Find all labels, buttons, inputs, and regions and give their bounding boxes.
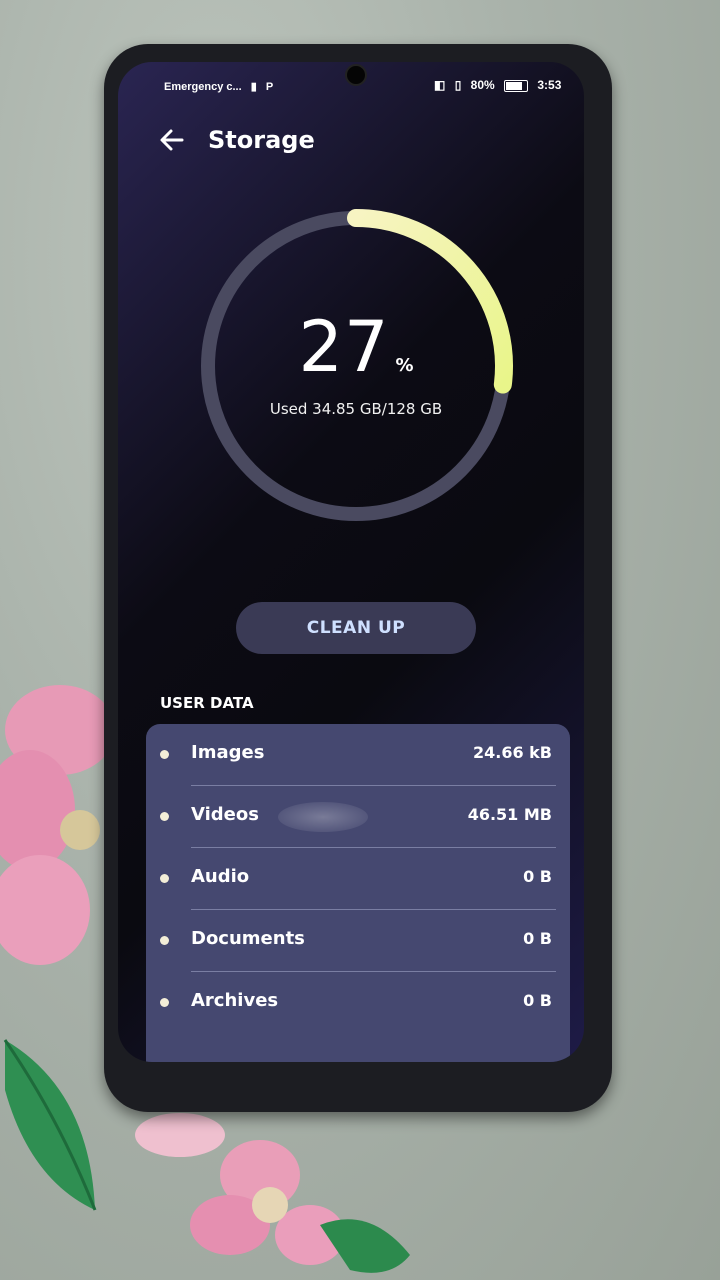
phone-screen: Emergency c... ▮ P ◧ ▯ 80% 3:53 Storage …	[118, 62, 584, 1062]
percent-sign: %	[395, 355, 414, 376]
item-size: 24.66 kB	[472, 743, 552, 762]
item-name: Documents	[191, 928, 305, 949]
percent-value: 27	[298, 306, 390, 388]
screen-glare	[278, 802, 368, 832]
vibrate-icon: ▯	[454, 78, 462, 92]
bullet-icon	[160, 812, 169, 821]
bullet-icon	[160, 936, 169, 945]
embroidered-flower-bottom	[135, 1113, 410, 1273]
item-size: 46.51 MB	[467, 805, 552, 824]
item-size: 0 B	[523, 929, 552, 948]
bullet-icon	[160, 750, 169, 759]
user-data-card: Images 24.66 kB Videos 46.51 MB Audio 0 …	[146, 724, 570, 1062]
item-name: Archives	[191, 990, 279, 1011]
embroidered-flower-left	[0, 685, 115, 965]
item-name: Images	[191, 742, 265, 763]
battery-icon	[504, 79, 529, 92]
bullet-icon	[160, 998, 169, 1007]
carrier-text: Emergency c...	[164, 81, 242, 93]
sim-icon: ▮	[250, 81, 257, 93]
embroidered-leaf	[3, 1039, 97, 1211]
list-item-images[interactable]: Images 24.66 kB	[146, 724, 570, 786]
back-arrow-icon[interactable]	[156, 124, 188, 156]
item-size: 0 B	[523, 867, 552, 886]
used-storage-text: Used 34.85 GB/128 GB	[269, 400, 443, 418]
data-icon: P	[265, 81, 274, 93]
clock: 3:53	[537, 78, 562, 92]
battery-percent: 80%	[470, 78, 495, 92]
list-item-archives[interactable]: Archives 0 B	[146, 972, 570, 1034]
clean-up-button[interactable]: CLEAN UP	[236, 602, 476, 654]
user-data-label: USER DATA	[160, 694, 254, 712]
front-camera	[345, 64, 367, 86]
item-name: Videos	[191, 804, 259, 825]
signal-icon: ◧	[434, 78, 446, 92]
storage-percent: 27%	[196, 306, 516, 388]
item-name: Audio	[191, 866, 250, 887]
list-item-documents[interactable]: Documents 0 B	[146, 910, 570, 972]
page-title: Storage	[208, 126, 315, 154]
bullet-icon	[160, 874, 169, 883]
list-item-audio[interactable]: Audio 0 B	[146, 848, 570, 910]
item-size: 0 B	[523, 991, 552, 1010]
